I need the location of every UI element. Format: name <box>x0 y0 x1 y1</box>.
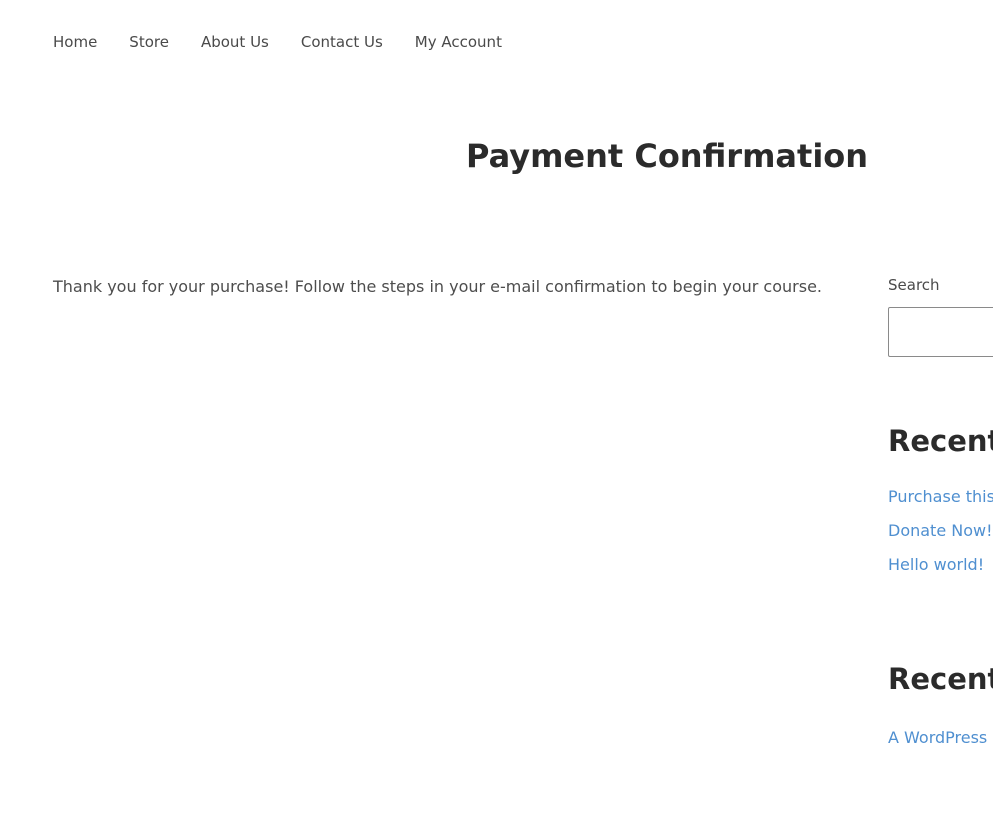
nav-item-contact-us[interactable]: Contact Us <box>301 31 383 53</box>
list-item: Donate Now! <box>888 520 993 554</box>
confirmation-message: Thank you for your purchase! Follow the … <box>53 277 822 296</box>
recent-post-link[interactable]: Donate Now! <box>888 521 993 540</box>
recent-comments-title: Recent <box>888 662 993 696</box>
recent-comments-list: A WordPress C <box>888 727 993 761</box>
recent-comment-link[interactable]: A WordPress C <box>888 728 993 747</box>
main-navigation: Home Store About Us Contact Us My Accoun… <box>53 31 502 53</box>
recent-post-link[interactable]: Hello world! <box>888 555 984 574</box>
sidebar: Search Recent Purchase this a Donate Now… <box>888 0 993 839</box>
nav-item-store[interactable]: Store <box>129 31 169 53</box>
recent-post-link[interactable]: Purchase this a <box>888 487 993 506</box>
recent-posts-list: Purchase this a Donate Now! Hello world! <box>888 486 993 588</box>
search-label: Search <box>888 276 940 294</box>
search-input[interactable] <box>888 307 993 357</box>
list-item: Purchase this a <box>888 486 993 520</box>
nav-item-my-account[interactable]: My Account <box>415 31 502 53</box>
page-title: Payment Confirmation <box>466 137 869 175</box>
recent-posts-title: Recent <box>888 424 993 458</box>
list-item: Hello world! <box>888 554 993 588</box>
nav-item-about-us[interactable]: About Us <box>201 31 269 53</box>
list-item: A WordPress C <box>888 727 993 761</box>
page: Home Store About Us Contact Us My Accoun… <box>0 0 993 839</box>
nav-item-home[interactable]: Home <box>53 31 97 53</box>
